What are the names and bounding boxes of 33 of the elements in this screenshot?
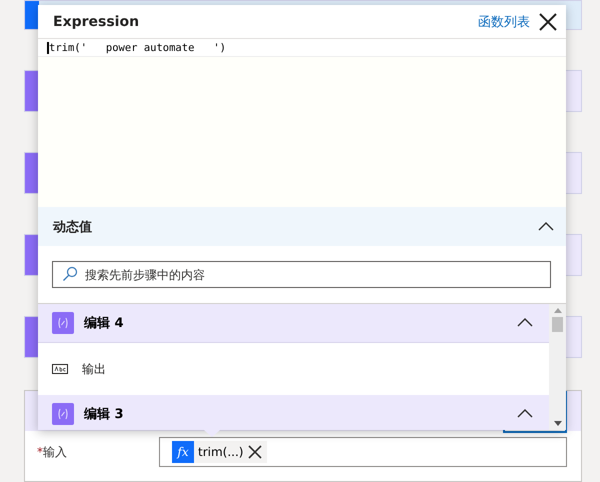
group-header[interactable]: 编辑 3 — [38, 395, 549, 430]
required-mark: * — [37, 444, 43, 458]
group-title: 编辑 3 — [84, 406, 125, 423]
collapse-button[interactable] — [515, 317, 535, 329]
step-icon — [25, 235, 39, 275]
code-text: trim(' power automate ') — [47, 42, 226, 54]
expression-editor[interactable]: trim(' power automate ') — [38, 38, 566, 207]
remove-icon[interactable] — [247, 444, 264, 460]
token-text: trim(...) — [198, 445, 244, 459]
panel-title: Expression — [53, 14, 140, 30]
scroll-thumb[interactable] — [552, 317, 563, 332]
section-title: 动态值 — [53, 218, 93, 236]
trigger-icon — [25, 1, 39, 29]
scroll-down-icon[interactable] — [554, 421, 562, 426]
group-title: 编辑 4 — [84, 314, 125, 332]
dynamic-value-item[interactable]: 输出 — [38, 343, 549, 395]
variable-icon — [52, 312, 74, 334]
close-button[interactable] — [538, 12, 558, 32]
item-label: 输出 — [82, 360, 106, 378]
search-field[interactable]: 搜索先前步骤中的内容 — [52, 261, 551, 288]
variable-icon — [52, 403, 74, 425]
text-type-icon — [52, 364, 68, 374]
step-icon — [25, 317, 39, 357]
collapse-button[interactable] — [538, 220, 554, 232]
scrollbar[interactable] — [549, 304, 566, 430]
function-icon: fx — [172, 441, 194, 463]
group-header[interactable]: 编辑 4 — [38, 304, 549, 343]
field-label: 输入 — [43, 444, 67, 458]
input-field[interactable]: fx trim(...) — [159, 437, 567, 467]
collapse-button[interactable] — [515, 408, 535, 420]
step-icon — [25, 71, 39, 111]
function-list-link[interactable]: 函数列表 — [478, 12, 530, 30]
step-icon — [25, 153, 39, 193]
